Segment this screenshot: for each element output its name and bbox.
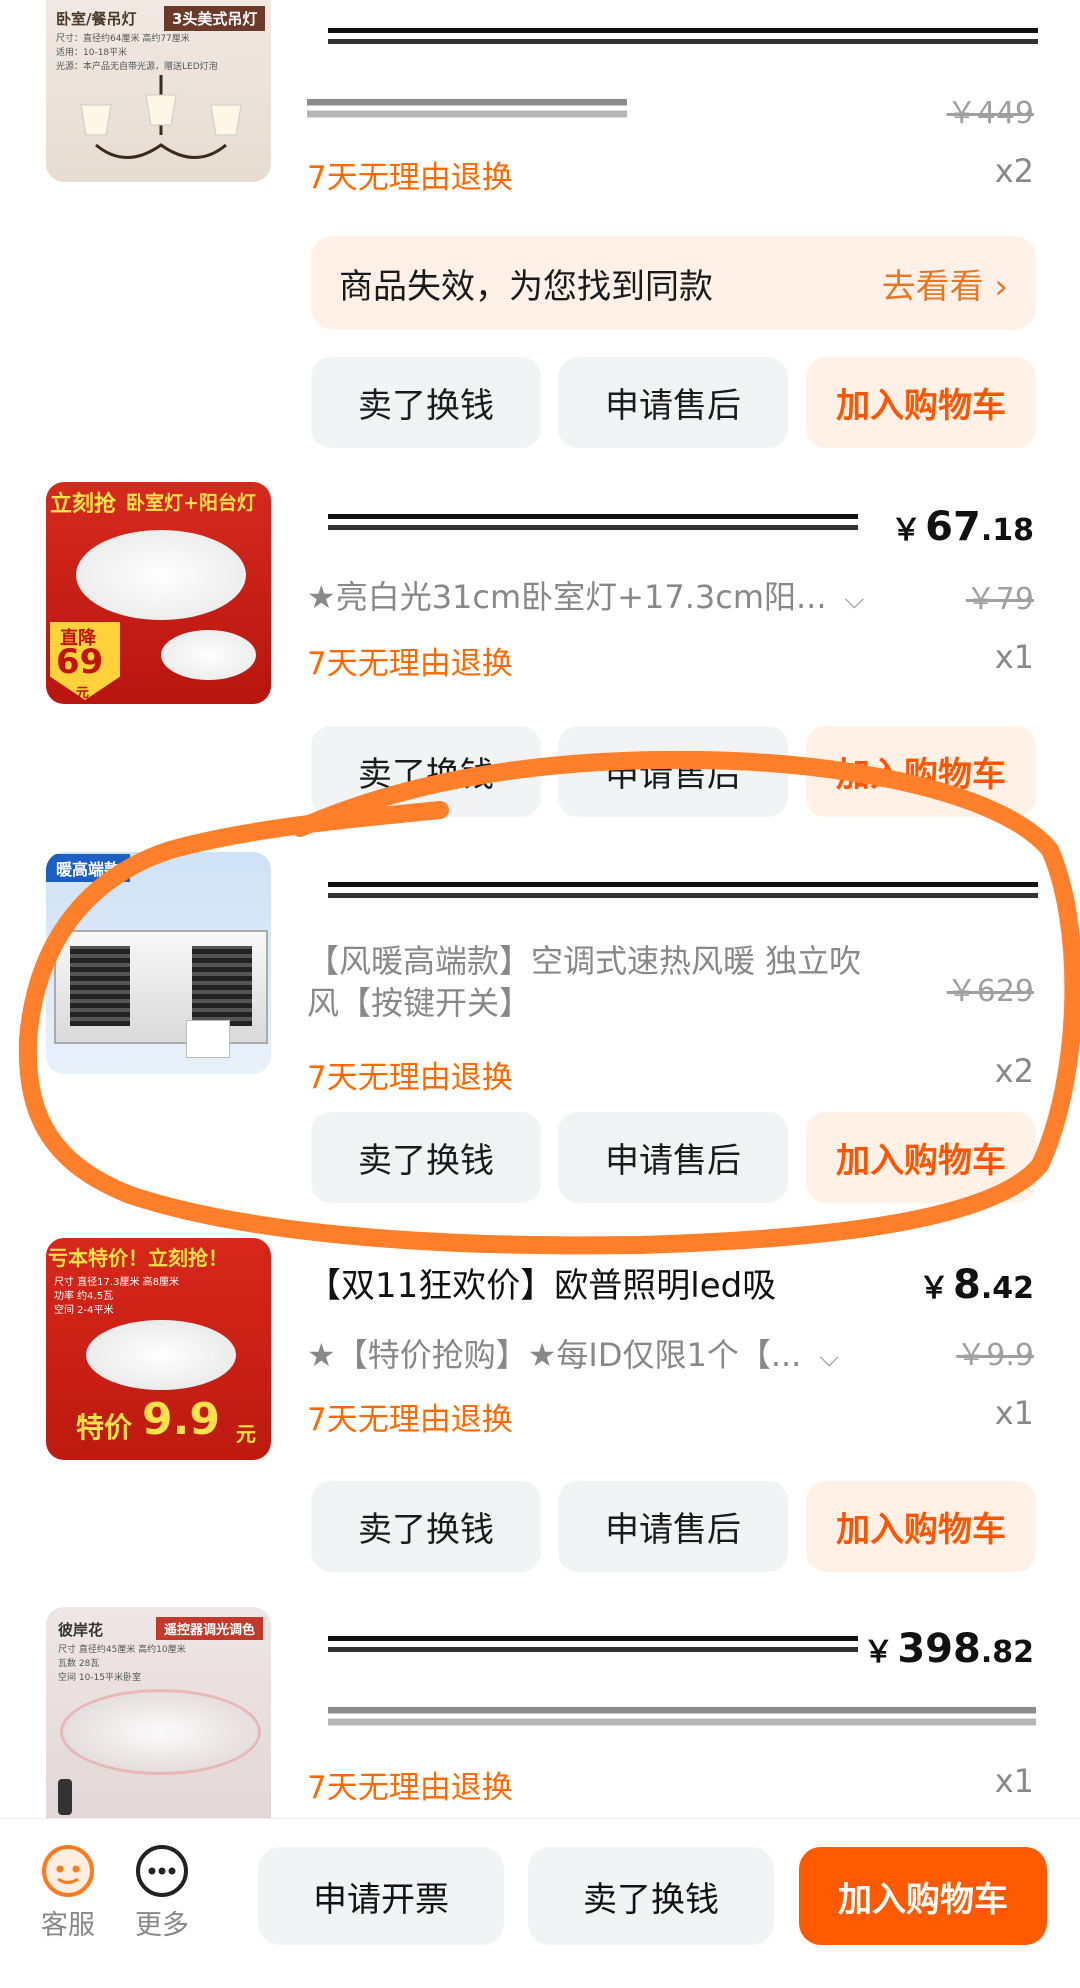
more-icon bbox=[136, 1845, 188, 1897]
thumb-detail: 尺寸：直径约64厘米 高约77厘米 bbox=[56, 34, 190, 44]
add-to-cart-button[interactable]: 加入购物车 bbox=[799, 1847, 1047, 1945]
thumb-tag: 暖高端款 bbox=[46, 854, 131, 882]
thumb-tag: 9.9 bbox=[142, 1394, 220, 1445]
return-policy: 7天无理由退换 bbox=[307, 1060, 513, 1096]
more-button[interactable]: 更多 bbox=[134, 1843, 190, 1942]
return-policy: 7天无理由退换 bbox=[307, 646, 513, 682]
thumb-tag: 亏本特价！立刻抢！ bbox=[48, 1246, 228, 1270]
item-title[interactable]: 【风暖高端款】空调式速热风暖 独立吹风【按键开关】 bbox=[307, 940, 887, 1024]
product-image[interactable]: 亏本特价！立刻抢！ 尺寸 直径17.3厘米 高8厘米 功率 约4.5瓦 空间 2… bbox=[46, 1238, 271, 1460]
product-image[interactable]: 立刻抢 卧室灯+阳台灯 直降 69 元 bbox=[46, 482, 271, 704]
redacted-title bbox=[328, 876, 1038, 910]
request-invoice-button[interactable]: 申请开票 bbox=[258, 1847, 504, 1945]
redacted-title bbox=[328, 1630, 858, 1664]
add-to-cart-button[interactable]: 加入购物车 bbox=[806, 1112, 1036, 1203]
redacted-title bbox=[328, 508, 858, 542]
bottom-action-bar: 客服 更多 申请开票 卖了换钱 加入购物车 bbox=[0, 1818, 1080, 1988]
redacted-title bbox=[328, 22, 1038, 56]
thumb-detail: 空间 10-15平米卧室 bbox=[58, 1673, 142, 1683]
ceiling-light-illustration bbox=[161, 630, 256, 680]
thumb-tag: 69 bbox=[56, 642, 104, 682]
item-price: ￥ 8.42 bbox=[919, 1262, 1034, 1308]
thumb-detail: 适用：10-18平米 bbox=[56, 48, 128, 58]
ceiling-light-illustration bbox=[60, 1689, 261, 1775]
chandelier-illustration bbox=[80, 75, 242, 159]
after-sale-button[interactable]: 申请售后 bbox=[558, 357, 788, 448]
return-policy: 7天无理由退换 bbox=[307, 1402, 513, 1438]
thumb-tag: 卧室/餐吊灯 bbox=[56, 10, 137, 28]
thumb-tag: 彼岸花 bbox=[58, 1621, 104, 1639]
return-policy: 7天无理由退换 bbox=[307, 1770, 513, 1806]
customer-service-icon bbox=[42, 1845, 94, 1897]
quantity: x1 bbox=[994, 1762, 1034, 1800]
bath-heater-illustration bbox=[54, 930, 268, 1044]
original-price: ￥449 bbox=[946, 96, 1034, 131]
sell-button[interactable]: 卖了换钱 bbox=[311, 357, 541, 448]
customer-service-label: 客服 bbox=[41, 1910, 95, 1941]
thumb-detail: 尺寸 直径17.3厘米 高8厘米 bbox=[54, 1277, 179, 1288]
quantity: x2 bbox=[994, 152, 1034, 190]
after-sale-button[interactable]: 申请售后 bbox=[558, 726, 788, 817]
thumb-tag: 遥控器调光调色 bbox=[156, 1617, 264, 1640]
thumb-detail: 功率 约4.5瓦 bbox=[54, 1291, 114, 1302]
product-image[interactable]: 彼岸花 遥控器调光调色 尺寸 直径约45厘米 高约10厘米 瓦数 28瓦 空间 … bbox=[46, 1607, 271, 1818]
thumb-detail: 尺寸 直径约45厘米 高约10厘米 bbox=[58, 1645, 186, 1655]
add-to-cart-button[interactable]: 加入购物车 bbox=[806, 1481, 1036, 1572]
ceiling-light-illustration bbox=[86, 1320, 236, 1390]
add-to-cart-button[interactable]: 加入购物车 bbox=[806, 357, 1036, 448]
product-image[interactable]: 卧室/餐吊灯 3头美式吊灯 尺寸：直径约64厘米 高约77厘米 适用：10-18… bbox=[46, 0, 271, 182]
ceiling-light-illustration bbox=[76, 530, 246, 620]
chevron-down-icon: ⌵ bbox=[819, 1343, 840, 1373]
thumb-tag: 元 bbox=[236, 1422, 256, 1446]
item-price: ￥ 67.18 bbox=[891, 504, 1034, 550]
item-price: ￥ 398.82 bbox=[863, 1626, 1034, 1672]
quantity: x1 bbox=[994, 638, 1034, 676]
sell-button[interactable]: 卖了换钱 bbox=[311, 1112, 541, 1203]
quantity: x1 bbox=[994, 1394, 1034, 1432]
sell-button[interactable]: 卖了换钱 bbox=[311, 1481, 541, 1572]
original-price: ￥79 bbox=[965, 582, 1034, 617]
redacted-spec bbox=[307, 92, 627, 126]
customer-service-button[interactable]: 客服 bbox=[40, 1843, 96, 1942]
see-similar-link[interactable]: 去看看 › bbox=[882, 259, 1008, 308]
quantity: x2 bbox=[994, 1052, 1034, 1090]
thumb-tag: 3头美式吊灯 bbox=[164, 6, 266, 31]
chevron-down-icon: ⌵ bbox=[844, 585, 865, 615]
original-price: ￥9.9 bbox=[956, 1338, 1034, 1373]
after-sale-button[interactable]: 申请售后 bbox=[558, 1481, 788, 1572]
more-label: 更多 bbox=[135, 1910, 189, 1941]
notice-text: 商品失效，为您找到同款 bbox=[339, 266, 713, 307]
original-price: ￥629 bbox=[946, 974, 1034, 1009]
return-policy: 7天无理由退换 bbox=[307, 160, 513, 196]
thumb-tag: 元 bbox=[76, 686, 90, 701]
thumb-detail: 瓦数 28瓦 bbox=[58, 1659, 100, 1669]
thumb-detail: 空间 2-4平米 bbox=[54, 1305, 114, 1316]
sell-button[interactable]: 卖了换钱 bbox=[311, 726, 541, 817]
thumb-detail: 光源：本产品无自带光源，赠送LED灯泡 bbox=[56, 62, 218, 72]
item-title[interactable]: 【双11狂欢价】欧普照明led吸 bbox=[307, 1258, 867, 1307]
product-image[interactable]: 暖高端款 bbox=[46, 852, 271, 1074]
switch-panel-illustration bbox=[186, 1020, 230, 1058]
sell-button[interactable]: 卖了换钱 bbox=[528, 1847, 774, 1945]
invalid-item-notice[interactable]: 商品失效，为您找到同款 去看看 › bbox=[311, 236, 1036, 330]
thumb-tag: 特价 bbox=[76, 1411, 133, 1444]
item-spec[interactable]: ★【特价抢购】★每ID仅限1个【... ⌵ bbox=[307, 1330, 839, 1376]
redacted-spec bbox=[328, 1700, 1036, 1734]
remote-icon bbox=[58, 1779, 72, 1815]
thumb-tag: 立刻抢 bbox=[50, 492, 117, 517]
item-spec[interactable]: ★亮白光31cm卧室灯+17.3cm阳... ⌵ bbox=[307, 572, 864, 618]
chevron-right-icon: › bbox=[994, 266, 1008, 307]
thumb-tag: 卧室灯+阳台灯 bbox=[126, 492, 256, 514]
after-sale-button[interactable]: 申请售后 bbox=[558, 1112, 788, 1203]
add-to-cart-button[interactable]: 加入购物车 bbox=[806, 726, 1036, 817]
